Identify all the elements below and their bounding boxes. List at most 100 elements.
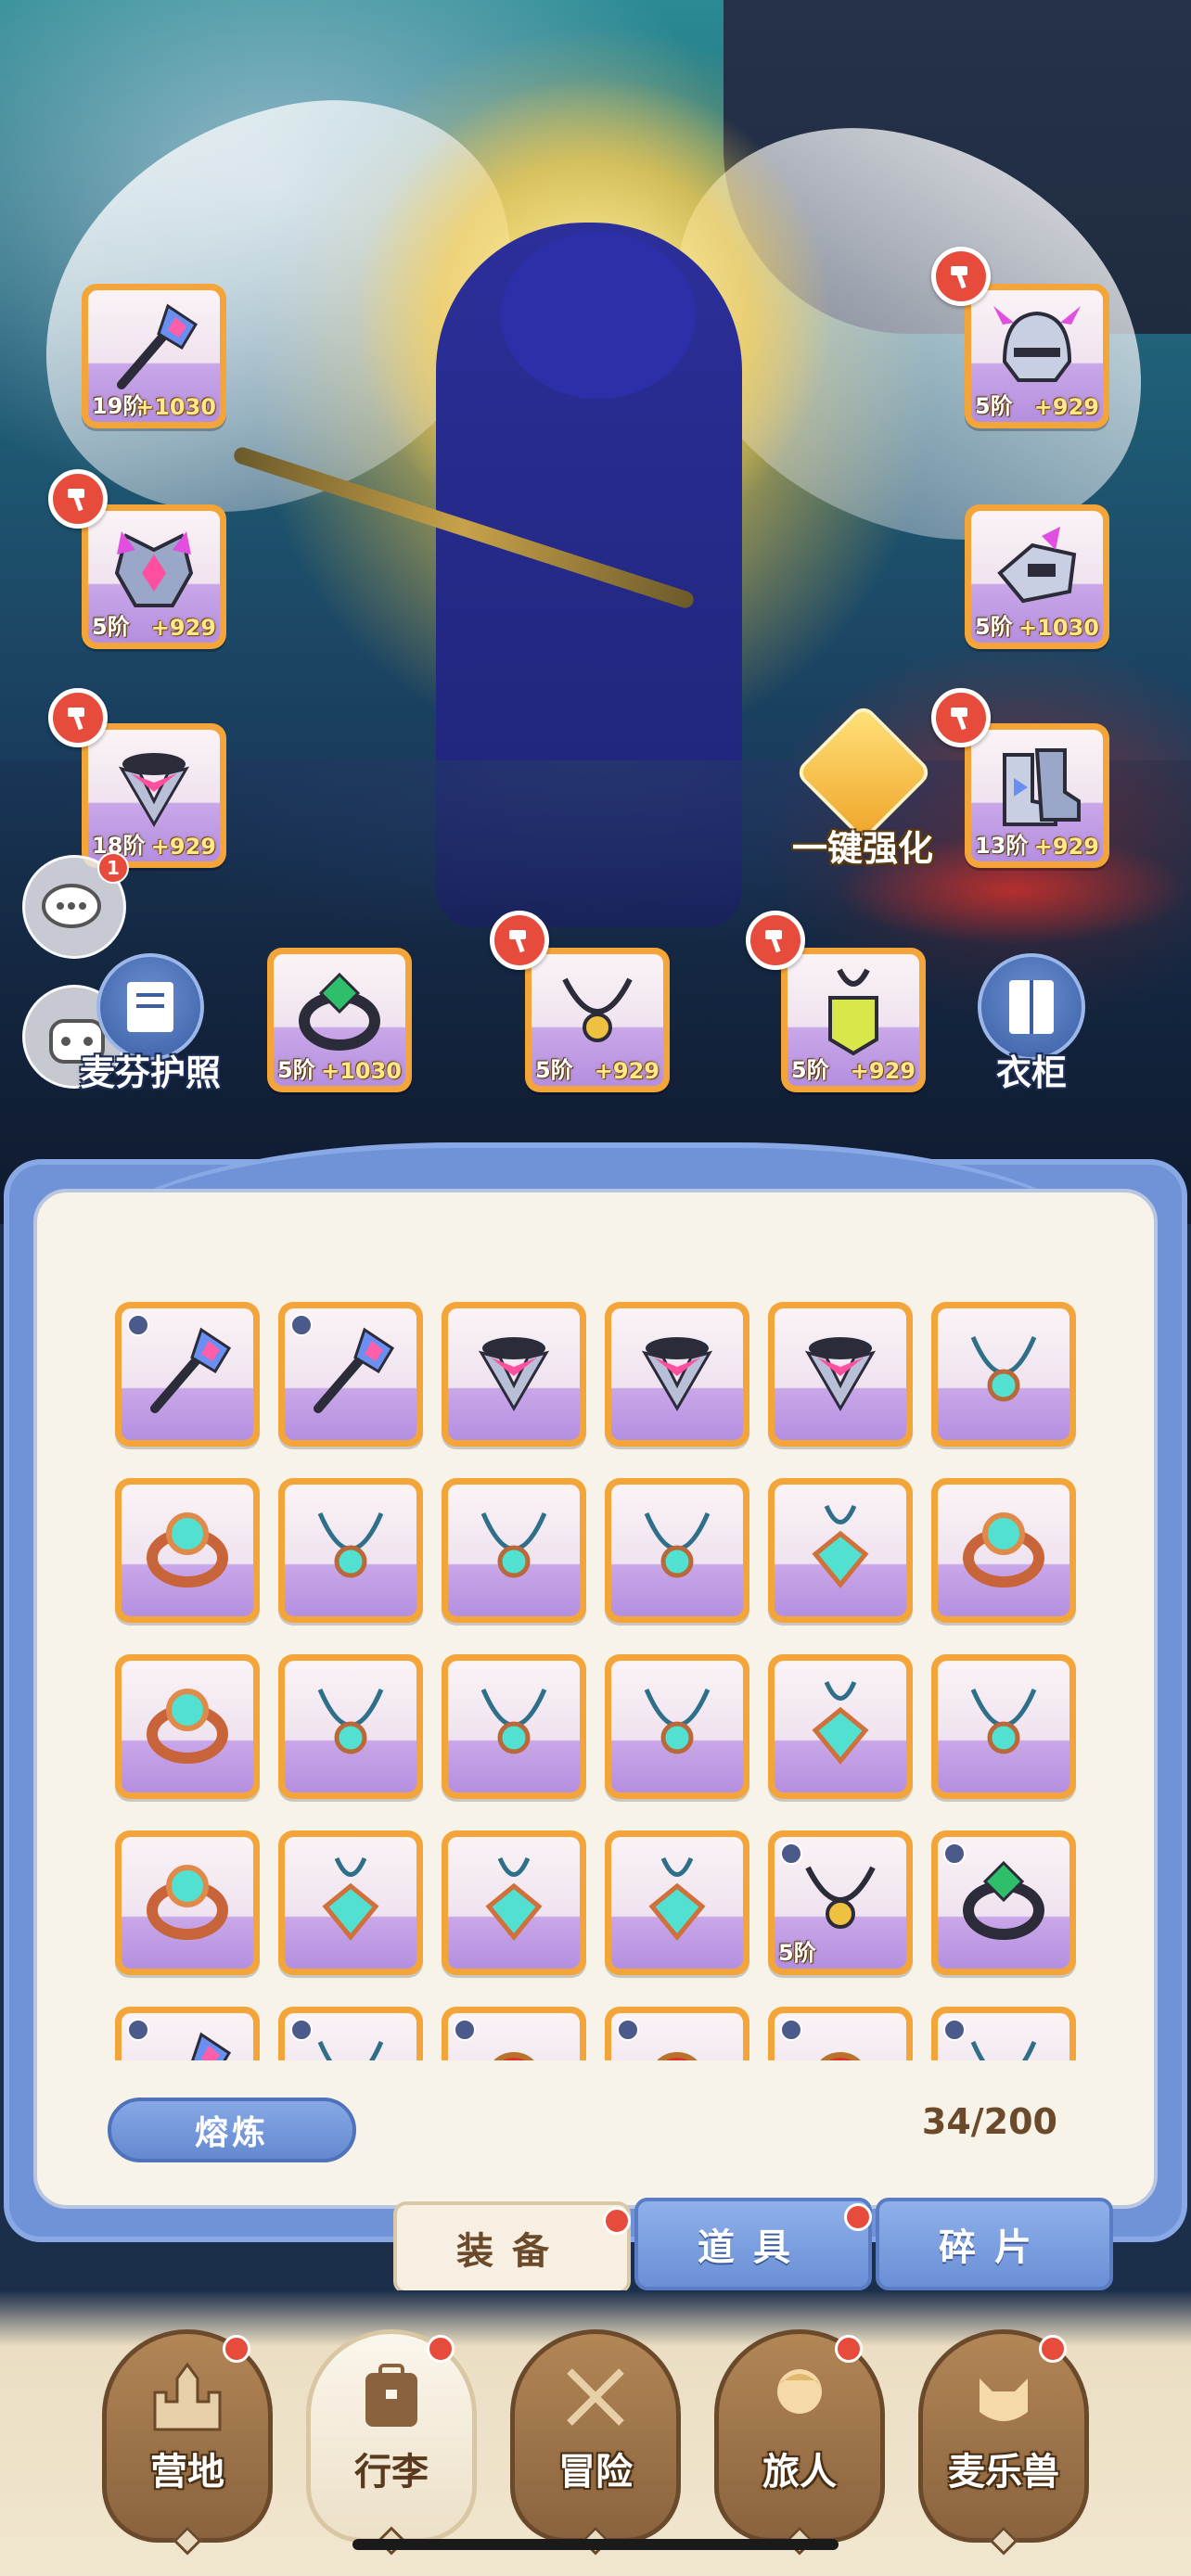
bag-item[interactable] xyxy=(931,1654,1076,1799)
equip-slot-chest[interactable]: 5阶 +929 xyxy=(82,504,226,649)
tab-fragments[interactable]: 碎片 xyxy=(876,2198,1113,2290)
bag-item[interactable] xyxy=(442,2007,586,2060)
bag-item[interactable] xyxy=(442,1830,586,1975)
nav-luggage-badge xyxy=(427,2335,455,2363)
equip-slot-necklace[interactable]: 5阶 +929 xyxy=(525,948,670,1092)
equip-slot-helmet[interactable]: 5阶 +929 xyxy=(965,284,1109,428)
bag-item[interactable] xyxy=(278,1654,423,1799)
ring-icon xyxy=(147,1512,228,1588)
lock-icon xyxy=(943,2019,966,2041)
equip-slot-gloves[interactable]: 5阶 +1030 xyxy=(965,504,1109,649)
bag-item[interactable] xyxy=(768,1478,913,1623)
slot-bonus: +929 xyxy=(594,1058,660,1084)
nav-pets[interactable]: 麦乐兽 xyxy=(918,2329,1089,2556)
bag-item[interactable] xyxy=(115,1302,260,1447)
bag-item[interactable] xyxy=(931,1302,1076,1447)
bag-item[interactable] xyxy=(768,1302,913,1447)
equip-slot-amulet[interactable]: 5阶 +929 xyxy=(781,948,926,1092)
equip-slot-boots[interactable]: 13阶 +929 xyxy=(965,723,1109,868)
bag-item[interactable] xyxy=(442,1654,586,1799)
amulet-icon xyxy=(828,969,878,1056)
belt-armor-icon xyxy=(641,1337,713,1412)
home-indicator xyxy=(352,2539,839,2550)
bag-item[interactable] xyxy=(931,1830,1076,1975)
nav-travelers[interactable]: 旅人 xyxy=(714,2329,885,2556)
bag-grid[interactable]: 5阶 xyxy=(115,1302,1080,2060)
nav-adventure[interactable]: 冒险 xyxy=(510,2329,681,2556)
slot-bonus: +929 xyxy=(1033,394,1099,420)
bag-item[interactable] xyxy=(605,2007,749,2060)
necklace-icon xyxy=(970,1336,1037,1402)
bag-item[interactable] xyxy=(115,1478,260,1623)
amulet-icon xyxy=(812,1505,869,1589)
slot-tier: 5阶 xyxy=(535,1057,573,1083)
bag-item[interactable]: 5阶 xyxy=(768,1830,913,1975)
amulet-icon xyxy=(648,1857,706,1942)
upgrade-hammer-icon[interactable] xyxy=(490,911,549,970)
upgrade-hammer-icon[interactable] xyxy=(746,911,805,970)
bag-item[interactable] xyxy=(768,2007,913,2060)
bag-item[interactable] xyxy=(115,2007,260,2060)
red-gem-icon xyxy=(820,2052,861,2060)
necklace-icon xyxy=(644,1512,711,1578)
upgrade-hammer-icon[interactable] xyxy=(48,469,108,529)
bag-item[interactable] xyxy=(278,1830,423,1975)
bag-item[interactable] xyxy=(442,1478,586,1623)
item-tier: 5阶 xyxy=(778,1940,816,1966)
ring-icon xyxy=(963,1512,1044,1588)
enhance-all-label: 一键强化 xyxy=(791,828,933,869)
bag-item[interactable] xyxy=(768,1654,913,1799)
tab-items-badge xyxy=(844,2203,872,2231)
belt-armor-icon xyxy=(118,753,190,828)
lock-icon xyxy=(290,1314,313,1336)
bag-item[interactable] xyxy=(605,1830,749,1975)
belt-armor-icon xyxy=(804,1337,877,1412)
ring-icon xyxy=(147,1865,228,1941)
nav-adventure-label: 冒险 xyxy=(558,2451,633,2493)
smelt-button[interactable]: 熔炼 xyxy=(108,2098,356,2162)
bag-item[interactable] xyxy=(278,2007,423,2060)
necklace-icon xyxy=(317,1512,384,1578)
belt-armor-icon xyxy=(478,1337,550,1412)
upgrade-hammer-icon[interactable] xyxy=(48,688,108,747)
bag-item[interactable] xyxy=(605,1478,749,1623)
lock-icon xyxy=(617,2019,639,2041)
upgrade-hammer-icon[interactable] xyxy=(931,247,991,306)
bag-item[interactable] xyxy=(442,1302,586,1447)
slot-bonus: +1030 xyxy=(135,394,216,420)
nav-pets-badge xyxy=(1039,2335,1067,2363)
bag-item[interactable] xyxy=(115,1830,260,1975)
slot-bonus: +1030 xyxy=(1018,615,1099,641)
slot-tier: 5阶 xyxy=(277,1057,315,1083)
slot-tier: 5阶 xyxy=(791,1057,829,1083)
nav-luggage[interactable]: 行李 xyxy=(306,2329,477,2556)
nav-camp[interactable]: 营地 xyxy=(102,2329,273,2556)
staff-icon xyxy=(191,2032,232,2060)
enhance-all-button[interactable]: 一键强化 xyxy=(779,703,946,872)
bag-item[interactable] xyxy=(931,2007,1076,2060)
dark-ring-icon xyxy=(963,1861,1044,1941)
nav-camp-label: 营地 xyxy=(150,2451,224,2493)
equip-slot-ring[interactable]: 5阶 +1030 xyxy=(267,948,412,1092)
bag-item[interactable] xyxy=(605,1302,749,1447)
equip-slot-belt[interactable]: 18阶 +929 xyxy=(82,723,226,868)
staff-icon xyxy=(150,1327,232,1414)
nav-pets-label: 麦乐兽 xyxy=(948,2451,1059,2493)
bag-item[interactable] xyxy=(278,1478,423,1623)
bag-item[interactable] xyxy=(931,1478,1076,1623)
red-gem-icon xyxy=(493,2052,534,2060)
bag-item[interactable] xyxy=(605,1654,749,1799)
boots-icon xyxy=(1003,748,1081,827)
necklace-icon xyxy=(562,978,633,1043)
bag-item[interactable] xyxy=(278,1302,423,1447)
chat-button[interactable]: 1 xyxy=(22,852,129,959)
bag-capacity: 34/200 xyxy=(921,2101,1057,2142)
tab-equipment[interactable]: 装备 xyxy=(393,2201,631,2294)
slot-bonus: +1030 xyxy=(321,1058,402,1084)
lock-icon xyxy=(454,2019,476,2041)
lock-icon xyxy=(780,1843,802,1865)
tab-items[interactable]: 道具 xyxy=(634,2198,872,2290)
nav-travelers-label: 旅人 xyxy=(762,2451,837,2493)
equip-slot-weapon[interactable]: 19阶 +1030 xyxy=(82,284,226,428)
bag-item[interactable] xyxy=(115,1654,260,1799)
